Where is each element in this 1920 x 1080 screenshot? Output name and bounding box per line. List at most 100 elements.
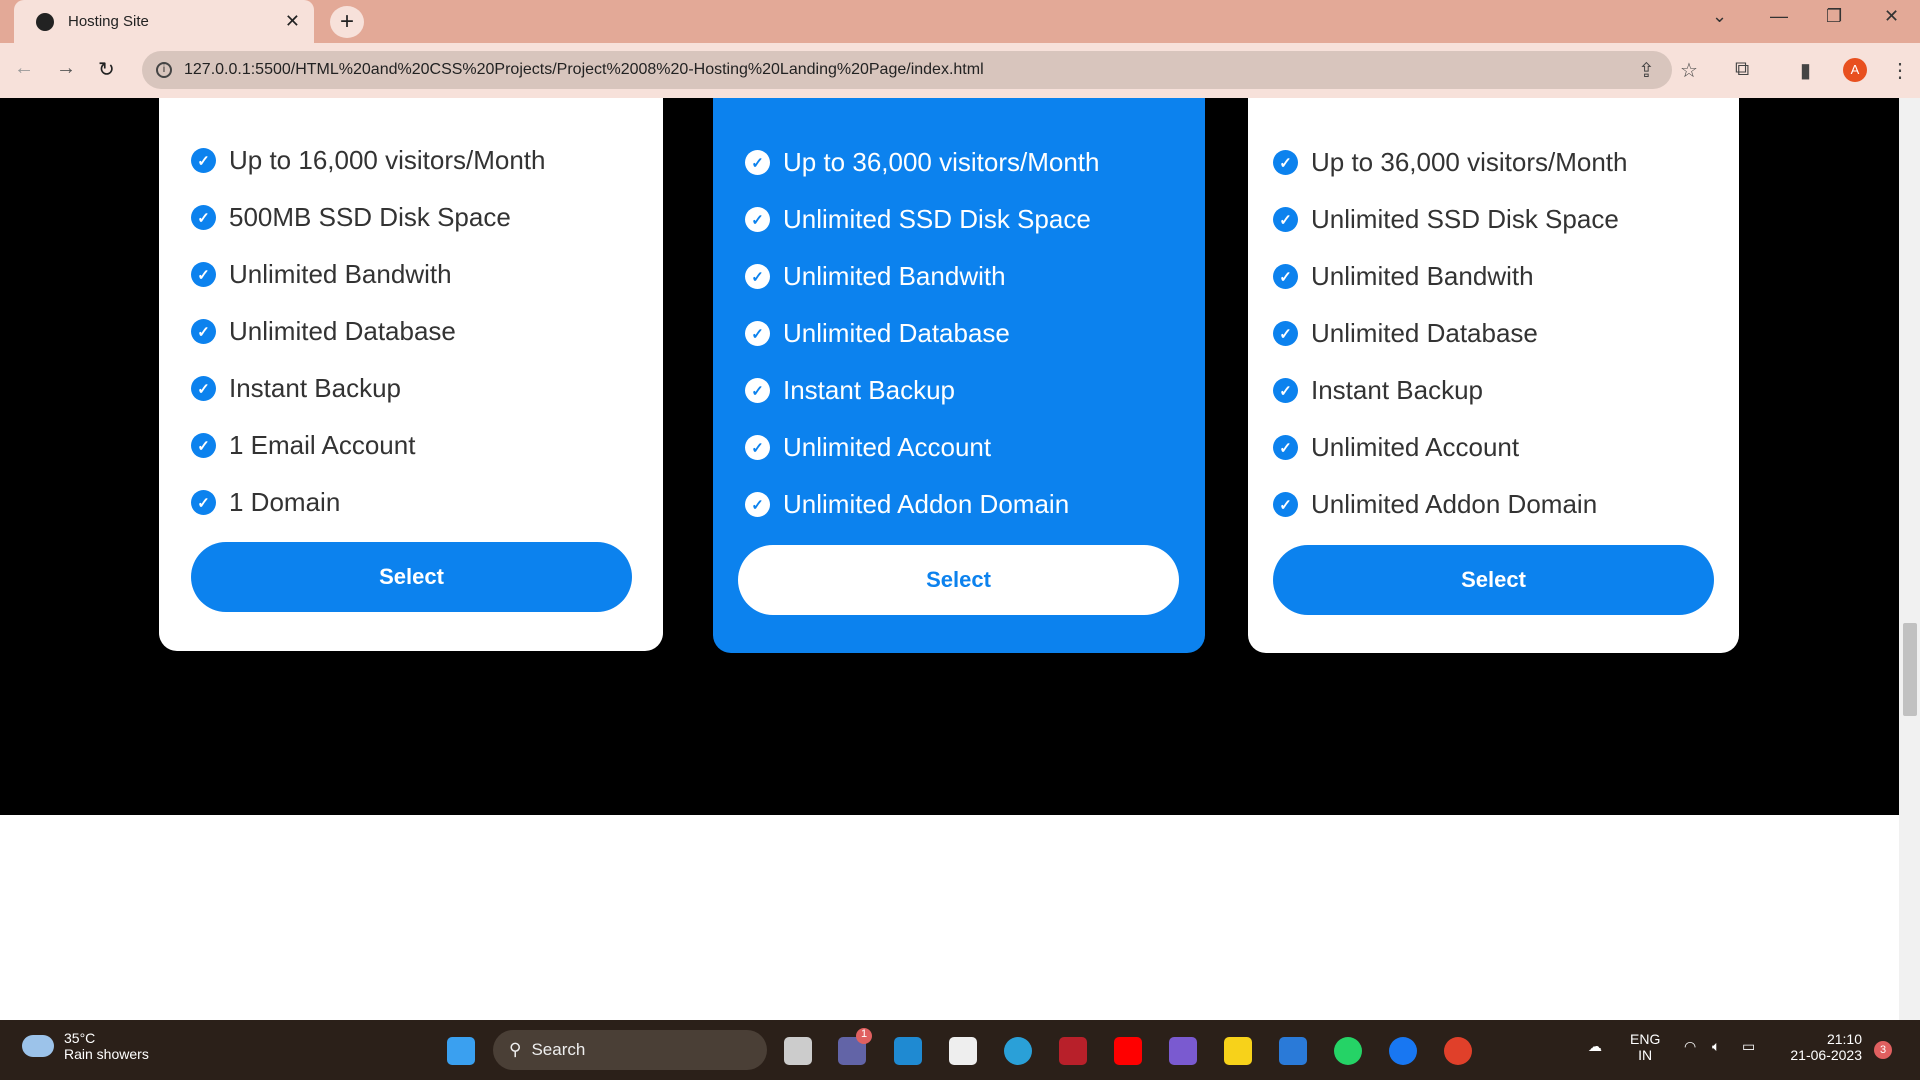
teams-badge: 1 xyxy=(856,1028,872,1044)
weather-widget[interactable]: 35°C Rain showers xyxy=(22,1030,149,1062)
tab-search-icon[interactable]: ⌄ xyxy=(1712,6,1727,27)
reload-icon[interactable]: ↻ xyxy=(98,57,115,82)
forward-icon[interactable]: → xyxy=(56,57,76,80)
side-panel-icon[interactable]: ▮ xyxy=(1800,58,1811,83)
check-icon: ✓ xyxy=(191,205,216,230)
todo-icon[interactable] xyxy=(1279,1037,1307,1065)
youtube-icon[interactable] xyxy=(1114,1037,1142,1065)
feature-item: ✓ Instant Backup xyxy=(745,362,1100,419)
vscode-icon[interactable] xyxy=(894,1037,922,1065)
browser-tab[interactable]: Hosting Site ✕ xyxy=(14,0,314,43)
pricing-section: ✓ Up to 16,000 visitors/Month ✓ 500MB SSD … xyxy=(0,98,1899,815)
feature-item: ✓ Instant Backup xyxy=(1273,362,1628,419)
plan-card-featured: ✓ Up to 36,000 visitors/Month ✓ Unlimited … xyxy=(713,98,1205,653)
feature-item: ✓ Unlimited Addon Domain xyxy=(745,476,1100,533)
taskbar-search[interactable]: ⚲ Search xyxy=(493,1030,767,1070)
feature-item: ✓ Unlimited Bandwith xyxy=(1273,248,1628,305)
check-icon: ✓ xyxy=(745,150,770,175)
feature-item: ✓ Unlimited Database xyxy=(1273,305,1628,362)
address-bar[interactable]: i 127.0.0.1:5500/HTML%20and%20CSS%20Proj… xyxy=(142,51,1672,89)
tab-title: Hosting Site xyxy=(68,13,149,30)
url-text: 127.0.0.1:5500/HTML%20and%20CSS%20Projec… xyxy=(184,61,984,78)
select-button[interactable]: Select xyxy=(738,545,1179,615)
star-icon[interactable]: ☆ xyxy=(1680,58,1698,83)
check-icon: ✓ xyxy=(191,433,216,458)
check-icon: ✓ xyxy=(1273,378,1298,403)
scrollbar-thumb[interactable] xyxy=(1903,623,1917,716)
mcafee-icon[interactable] xyxy=(1059,1037,1087,1065)
feature-item: ✓ Unlimited Account xyxy=(745,419,1100,476)
task-view-icon[interactable] xyxy=(784,1037,812,1065)
check-icon: ✓ xyxy=(1273,435,1298,460)
weather-text: Rain showers xyxy=(64,1046,149,1062)
check-icon: ✓ xyxy=(1273,264,1298,289)
globe-icon xyxy=(36,12,54,31)
check-icon: ✓ xyxy=(191,490,216,515)
restore-icon[interactable]: ❐ xyxy=(1826,6,1842,27)
check-icon: ✓ xyxy=(191,148,216,173)
clock[interactable]: 21:10 21-06-2023 xyxy=(1780,1031,1862,1063)
close-tab-icon[interactable]: ✕ xyxy=(285,11,300,32)
profile-avatar[interactable]: A xyxy=(1843,58,1867,82)
feature-list: ✓ Up to 36,000 visitors/Month ✓ Unlimited … xyxy=(745,134,1100,533)
new-tab-button[interactable]: + xyxy=(330,6,364,38)
feature-item: ✓ Instant Backup xyxy=(191,360,546,417)
flipkart-icon[interactable] xyxy=(1224,1037,1252,1065)
minimize-icon[interactable]: — xyxy=(1770,6,1788,27)
wifi-icon[interactable]: ◠ xyxy=(1684,1038,1696,1055)
vertical-scrollbar[interactable] xyxy=(1899,98,1920,1020)
select-button[interactable]: Select xyxy=(1273,545,1714,615)
feature-item: ✓ Unlimited Account xyxy=(1273,419,1628,476)
feature-item: ✓ Unlimited Database xyxy=(745,305,1100,362)
check-icon: ✓ xyxy=(191,319,216,344)
start-icon[interactable] xyxy=(447,1037,475,1065)
plan-card-premium: ✓ Up to 36,000 visitors/Month ✓ Unlimited … xyxy=(1248,98,1739,653)
extensions-icon[interactable]: ⧉ xyxy=(1735,58,1749,81)
feature-list: ✓ Up to 36,000 visitors/Month ✓ Unlimited … xyxy=(1273,134,1628,533)
feature-item: ✓ 1 Email Account xyxy=(191,417,546,474)
select-button[interactable]: Select xyxy=(191,542,632,612)
feature-item: ✓ 500MB SSD Disk Space xyxy=(191,189,546,246)
battery-icon[interactable]: ▭ xyxy=(1742,1038,1755,1055)
volume-icon[interactable]: 🔈︎ xyxy=(1712,1038,1720,1055)
share-icon[interactable]: ⇪ xyxy=(1638,58,1655,83)
close-window-icon[interactable]: ✕ xyxy=(1884,6,1899,27)
help-icon[interactable] xyxy=(1004,1037,1032,1065)
tab-bar: Hosting Site ✕ + ⌄ — ❐ ✕ xyxy=(0,0,1920,43)
check-icon: ✓ xyxy=(745,435,770,460)
feature-item: ✓ Up to 16,000 visitors/Month xyxy=(191,132,546,189)
back-icon[interactable]: ← xyxy=(14,57,34,80)
check-icon: ✓ xyxy=(191,376,216,401)
check-icon: ✓ xyxy=(1273,321,1298,346)
feature-item: ✓ 1 Domain xyxy=(191,474,546,531)
check-icon: ✓ xyxy=(745,207,770,232)
browser-toolbar: ← → ↻ i 127.0.0.1:5500/HTML%20and%20CSS%… xyxy=(0,43,1920,98)
check-icon: ✓ xyxy=(745,264,770,289)
feature-list: ✓ Up to 16,000 visitors/Month ✓ 500MB SSD … xyxy=(191,132,546,531)
temperature: 35°C xyxy=(64,1030,96,1046)
check-icon: ✓ xyxy=(1273,150,1298,175)
feature-item: ✓ Unlimited Database xyxy=(191,303,546,360)
store-icon[interactable] xyxy=(949,1037,977,1065)
check-icon: ✓ xyxy=(1273,207,1298,232)
feature-item: ✓ Up to 36,000 visitors/Month xyxy=(1273,134,1628,191)
notification-badge[interactable]: 3 xyxy=(1874,1041,1892,1059)
rain-cloud-icon xyxy=(22,1035,54,1057)
menu-icon[interactable]: ⋮ xyxy=(1890,58,1910,83)
check-icon: ✓ xyxy=(745,378,770,403)
onedrive-icon[interactable]: ☁ xyxy=(1588,1038,1602,1055)
search-icon: ⚲ xyxy=(509,1040,522,1059)
app-icon[interactable] xyxy=(1169,1037,1197,1065)
check-icon: ✓ xyxy=(1273,492,1298,517)
facebook-icon[interactable] xyxy=(1389,1037,1417,1065)
language-indicator[interactable]: ENG IN xyxy=(1630,1031,1660,1063)
check-icon: ✓ xyxy=(745,492,770,517)
info-icon[interactable]: i xyxy=(156,62,172,78)
whatsapp-icon[interactable] xyxy=(1334,1037,1362,1065)
chrome-icon[interactable] xyxy=(1444,1037,1472,1065)
feature-item: ✓ Up to 36,000 visitors/Month xyxy=(745,134,1100,191)
taskbar: 35°C Rain showers ⚲ Search 1 ☁ ENG IN ◠ 🔈︎ … xyxy=(0,1020,1920,1080)
check-icon: ✓ xyxy=(191,262,216,287)
feature-item: ✓ Unlimited Bandwith xyxy=(745,248,1100,305)
feature-item: ✓ Unlimited Addon Domain xyxy=(1273,476,1628,533)
